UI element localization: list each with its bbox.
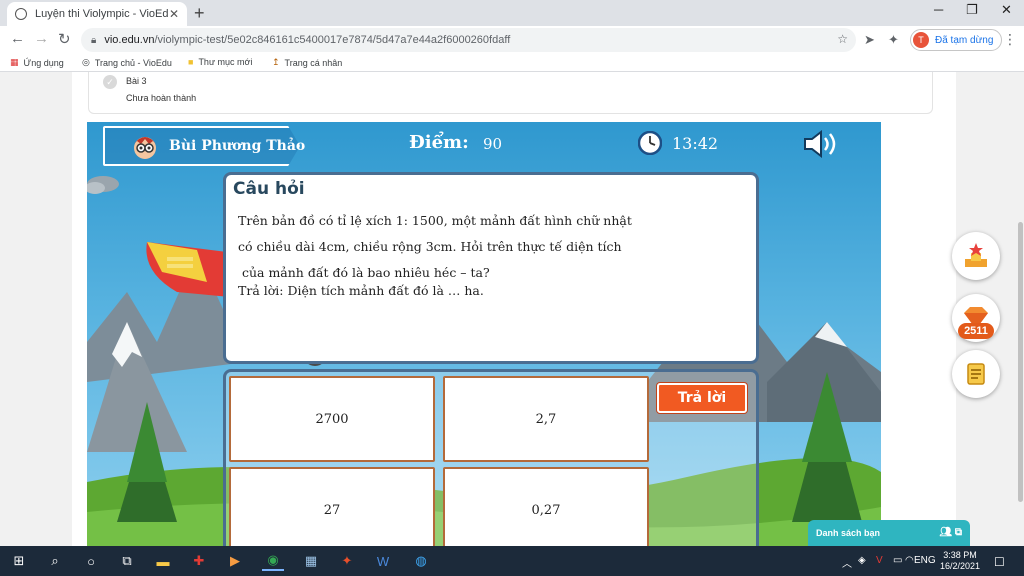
wifi-icon[interactable]: ◠ (905, 555, 914, 566)
sound-speaker-icon[interactable] (803, 130, 841, 158)
clock-date: 16/2/2021 (940, 561, 981, 571)
calculator-icon[interactable]: ▦ (300, 551, 322, 571)
lock-icon: 🔒︎ (91, 34, 97, 46)
word-icon[interactable]: W (372, 551, 394, 571)
system-clock[interactable]: 3:38 PM 16/2/2021 (940, 550, 980, 572)
tray-app-icon[interactable]: ◈ (858, 555, 866, 566)
forward-arrow-icon[interactable]: → (34, 30, 49, 47)
vioedu-icon: ◎ (82, 57, 90, 67)
bookmark-star-icon[interactable]: ☆ (837, 32, 848, 46)
language-indicator[interactable]: ENG (914, 555, 936, 566)
submit-answer-button[interactable]: Trả lời (657, 383, 747, 413)
tray-chevron-icon[interactable]: ︿ (842, 555, 852, 570)
cortana-icon[interactable]: ○ (80, 551, 102, 571)
question-line: có chiều dài 4cm, chiều rộng 3cm. Hỏi tr… (238, 239, 622, 254)
windows-start-icon[interactable]: ⊞ (8, 551, 30, 571)
answer-option-3[interactable]: 27 (229, 467, 435, 546)
page-scrollbar[interactable] (1017, 72, 1024, 546)
task-view-icon[interactable]: ⧉ (116, 551, 138, 571)
address-bar[interactable]: 🔒︎ vio.edu.vn/violympic-test/5e02c846161… (81, 28, 856, 52)
answer-option-1[interactable]: 2700 (229, 376, 435, 462)
profile-button[interactable]: T Đã tạm dừng (910, 29, 1003, 51)
leaderboard-button[interactable] (952, 232, 1000, 280)
bookmark-apps[interactable]: ▦ Ứng dụng (10, 57, 64, 68)
answer-option-4[interactable]: 0,27 (443, 467, 649, 546)
file-explorer-icon[interactable]: ▬ (152, 551, 174, 571)
clock-icon (638, 131, 662, 155)
page-viewport: ✓ Bài 3 Chưa hoàn thành Bùi Phương Thảo … (0, 72, 1024, 546)
friends-label: Danh sách bạn (816, 528, 881, 538)
answer-option-2[interactable]: 2,7 (443, 376, 649, 462)
pin-icon: ↥ (272, 57, 280, 67)
friends-list-tab[interactable]: Danh sách bạn 👥︎ ⧉ (808, 520, 970, 546)
rain-cloud-icon (87, 176, 119, 194)
browser-tab[interactable]: Luyện thi Violympic - VioEdu ✕ (7, 2, 187, 26)
bookmark-label: Trang cá nhân (284, 57, 343, 68)
question-title: Câu hỏi (233, 179, 305, 199)
url-domain: vio.edu.vn (104, 34, 155, 46)
bookmark-label: Trang chủ - VioEdu (94, 57, 172, 68)
profile-label: Đã tạm dừng (935, 34, 994, 46)
scroll-icon (967, 363, 985, 385)
app-icon[interactable]: ✦ (336, 551, 358, 571)
lesson-name: Bài 3 (126, 76, 147, 86)
tray-antivirus-icon[interactable]: V (876, 555, 883, 566)
gem-count-badge: 2511 (958, 323, 994, 339)
edge-icon[interactable]: ◍ (410, 551, 432, 571)
friends-expand-icon[interactable]: 👥︎ ⧉ (939, 527, 962, 538)
extensions-puzzle-icon[interactable]: ✦ (888, 32, 899, 48)
scroll-quests-button[interactable] (952, 350, 1000, 398)
browser-menu-icon[interactable]: ⋮ (1003, 31, 1017, 48)
app-icon[interactable]: ✚ (188, 551, 210, 571)
clock-time: 3:38 PM (943, 550, 977, 560)
question-line: Trên bản đồ có tỉ lệ xích 1: 1500, một m… (238, 213, 632, 228)
bookmark-vioedu[interactable]: ◎ Trang chủ - VioEdu (82, 57, 172, 68)
lesson-card[interactable]: ✓ Bài 3 Chưa hoàn thành (88, 72, 933, 114)
bookmark-label: Ứng dụng (23, 57, 64, 68)
back-arrow-icon[interactable]: ← (10, 30, 25, 47)
countdown-timer: 13:42 (672, 134, 719, 153)
send-icon[interactable]: ➤ (864, 32, 875, 48)
chrome-icon[interactable]: ◉ (262, 551, 284, 571)
apps-grid-icon: ▦ (10, 57, 19, 67)
media-player-icon[interactable]: ▶ (224, 551, 246, 571)
player-avatar-icon (134, 137, 156, 159)
tab-close-icon[interactable]: ✕ (169, 7, 179, 21)
answer-prompt-line: Trả lời: Diện tích mảnh đất đó là … ha. (238, 283, 484, 298)
lesson-status: Chưa hoàn thành (126, 93, 197, 103)
notification-icon[interactable]: ☐ (994, 555, 1005, 569)
bookmark-label: Thư mục mới (198, 57, 253, 67)
window-close-icon[interactable]: ✕ (1001, 2, 1012, 18)
player-name: Bùi Phương Thảo (169, 138, 306, 154)
folder-icon: ■ (188, 57, 194, 67)
check-circle-icon: ✓ (103, 75, 117, 89)
maximize-icon[interactable]: ❐ (966, 2, 978, 18)
browser-toolbar: ← → ↻ 🔒︎ vio.edu.vn/violympic-test/5e02c… (0, 26, 1024, 54)
tab-bar: Luyện thi Violympic - VioEdu ✕ + ─ ❐ ✕ (0, 0, 1024, 26)
score-label: Điểm: (409, 132, 469, 153)
url-path: /violympic-test/5e02c846161c5400017e7874… (154, 34, 511, 46)
score-value: 90 (483, 135, 503, 153)
windows-taskbar: ⊞ ⌕ ○ ⧉ ▬ ✚ ▶ ◉ ▦ ✦ W ◍ ︿ ◈ V ▭ ◠ ENG 3:… (0, 546, 1024, 576)
minimize-icon[interactable]: ─ (934, 2, 943, 17)
scrollbar-thumb[interactable] (1018, 222, 1023, 502)
battery-icon[interactable]: ▭ (893, 555, 902, 566)
question-panel: Câu hỏi Trên bản đồ có tỉ lệ xích 1: 150… (223, 172, 759, 364)
vioedu-favicon-icon (15, 8, 27, 20)
new-tab-button[interactable]: + (194, 3, 205, 24)
trophy-icon (965, 243, 987, 267)
avatar: T (913, 32, 929, 48)
bookmark-folder[interactable]: ■ Thư mục mới (188, 57, 252, 67)
reload-icon[interactable]: ↻ (58, 30, 71, 48)
bookmark-profile[interactable]: ↥ Trang cá nhân (272, 57, 342, 68)
search-icon[interactable]: ⌕ (44, 551, 66, 571)
question-line: của mảnh đất đó là bao nhiêu héc – ta? (238, 265, 490, 280)
tab-title: Luyện thi Violympic - VioEdu (35, 8, 169, 20)
bookmarks-bar: ▦ Ứng dụng ◎ Trang chủ - VioEdu ■ Thư mục m… (0, 54, 1024, 72)
game-area: Bùi Phương Thảo Điểm: 90 13:42 Câu hỏi T… (87, 122, 881, 546)
